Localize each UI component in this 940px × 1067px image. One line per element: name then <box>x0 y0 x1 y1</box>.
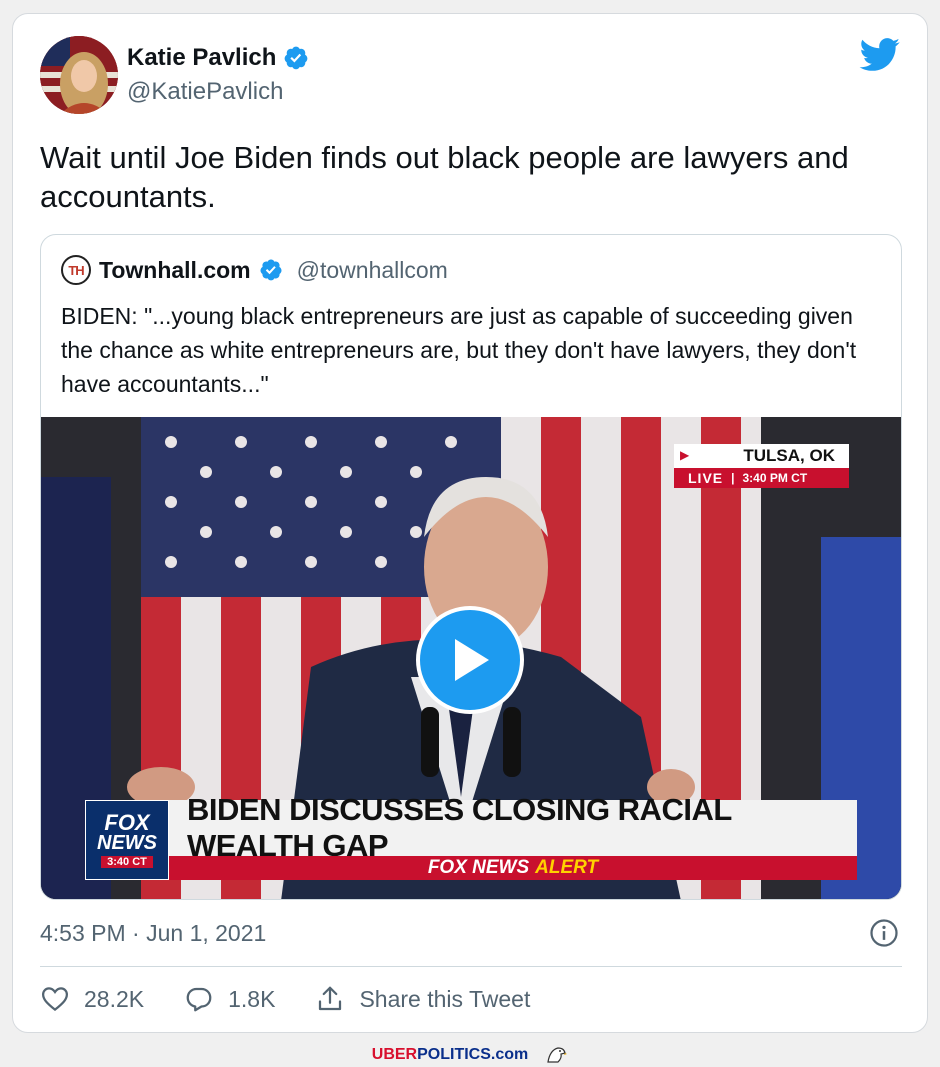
divider <box>40 966 902 967</box>
verified-badge-icon <box>260 259 282 281</box>
reply-button[interactable]: 1.8K <box>184 984 275 1014</box>
info-icon[interactable] <box>869 918 899 948</box>
heart-icon <box>41 987 69 1012</box>
play-icon <box>455 639 489 681</box>
news-headline: BIDEN DISCUSSES CLOSING RACIAL WEALTH GA… <box>169 792 857 863</box>
alert-network: FOX NEWS <box>427 857 530 878</box>
quoted-tweet-header: TH Townhall.com @townhallcom <box>61 255 448 285</box>
share-label: Share this Tweet <box>359 985 531 1012</box>
network-time: 3:40 CT <box>101 855 153 868</box>
twitter-bird-icon[interactable] <box>859 38 901 72</box>
alert-word: ALERT <box>535 857 599 878</box>
watermark-brand: UBERPOLITICS.com <box>371 1046 529 1063</box>
news-lower-third: FOX NEWS 3:40 CT BIDEN DISCUSSES CLOSING… <box>85 792 857 880</box>
live-label: LIVE <box>688 470 724 486</box>
tweet-text: Wait until Joe Biden finds out black peo… <box>40 140 849 214</box>
author-display-name[interactable]: Katie Pavlich <box>127 44 276 72</box>
share-icon <box>319 986 342 1011</box>
watermark-footer: UBERPOLITICS.com <box>0 1044 940 1066</box>
author-name-row: Katie Pavlich <box>127 44 309 72</box>
tweet-timestamp[interactable]: 4:53 PM · Jun 1, 2021 <box>40 920 266 947</box>
fox-news-logo: FOX NEWS 3:40 CT <box>85 800 169 880</box>
live-separator: | <box>731 471 735 485</box>
reply-count: 1.8K <box>228 985 276 1012</box>
avatar-image <box>40 36 118 114</box>
news-alert-bar: FOX NEWS ALERT <box>169 856 857 880</box>
avatar[interactable] <box>40 36 118 114</box>
tweet-actions: 28.2K 1.8K Share this Tweet <box>40 984 570 1014</box>
location-bug: ▶ TULSA, OK LIVE | 3:40 PM CT <box>674 444 849 490</box>
like-button[interactable]: 28.2K <box>40 984 144 1014</box>
play-arrow-icon: ▶ <box>680 448 690 462</box>
like-count: 28.2K <box>84 985 145 1012</box>
eagle-mascot-icon <box>547 1047 568 1063</box>
location-label: TULSA, OK <box>743 446 835 465</box>
quoted-display-name: Townhall.com <box>99 256 251 283</box>
reply-icon <box>186 987 212 1012</box>
quoted-tweet[interactable]: TH Townhall.com @townhallcom BIDEN: "...… <box>40 234 902 900</box>
author-handle[interactable]: @KatiePavlich <box>127 78 283 106</box>
verified-badge-icon <box>285 46 308 70</box>
quoted-tweet-text: BIDEN: "...young black entrepreneurs are… <box>61 303 857 397</box>
share-button[interactable]: Share this Tweet <box>315 984 530 1014</box>
play-button[interactable] <box>416 606 524 714</box>
network-line1: FOX <box>104 809 150 835</box>
tweet-card: Katie Pavlich @KatiePavlich Wait until J… <box>12 13 928 1033</box>
live-time: 3:40 PM CT <box>742 471 808 485</box>
network-line2: NEWS <box>97 831 157 854</box>
quoted-handle: @townhallcom <box>296 256 448 283</box>
townhall-logo-icon: TH <box>61 255 91 285</box>
video-player[interactable]: ▶ TULSA, OK LIVE | 3:40 PM CT FOX NEWS 3… <box>41 417 901 899</box>
